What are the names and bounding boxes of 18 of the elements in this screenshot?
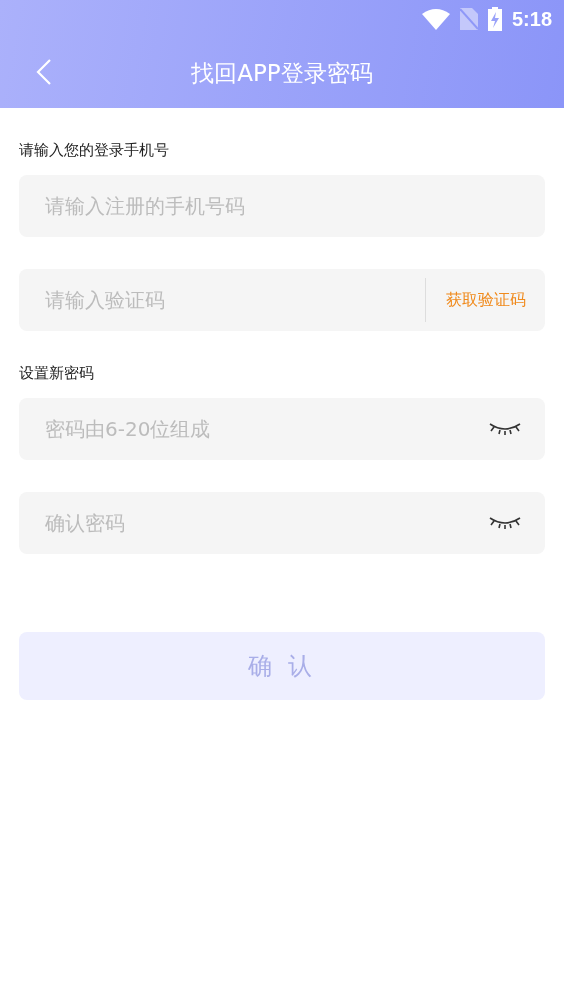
text-input[interactable]: 密码由6-20位组成 (43, 416, 489, 442)
section-label: 设置新密码 (19, 364, 95, 383)
page-title: 找回APP登录密码 (191, 58, 373, 88)
no-sim-icon (459, 8, 478, 30)
input-field[interactable]: 请输入注册的手机号码 (19, 175, 545, 237)
text-input[interactable]: 请输入注册的手机号码 (43, 193, 521, 219)
closed-eye-icon[interactable] (489, 422, 521, 436)
input-field[interactable]: 请输入验证码 获取验证码 (19, 269, 545, 331)
text-input[interactable]: 请输入验证码 (43, 287, 425, 313)
get-code-link[interactable]: 获取验证码 (446, 289, 526, 311)
section-label: 请输入您的登录手机号 (19, 141, 170, 160)
input-field[interactable]: 密码由6-20位组成 (19, 398, 545, 460)
text-input[interactable]: 确认密码 (43, 510, 489, 536)
battery-charging-icon (487, 7, 502, 31)
closed-eye-icon[interactable] (489, 516, 521, 530)
input-field[interactable]: 确认密码 (19, 492, 545, 554)
status-time: 5:18 (511, 7, 552, 31)
wifi-icon (421, 8, 450, 30)
